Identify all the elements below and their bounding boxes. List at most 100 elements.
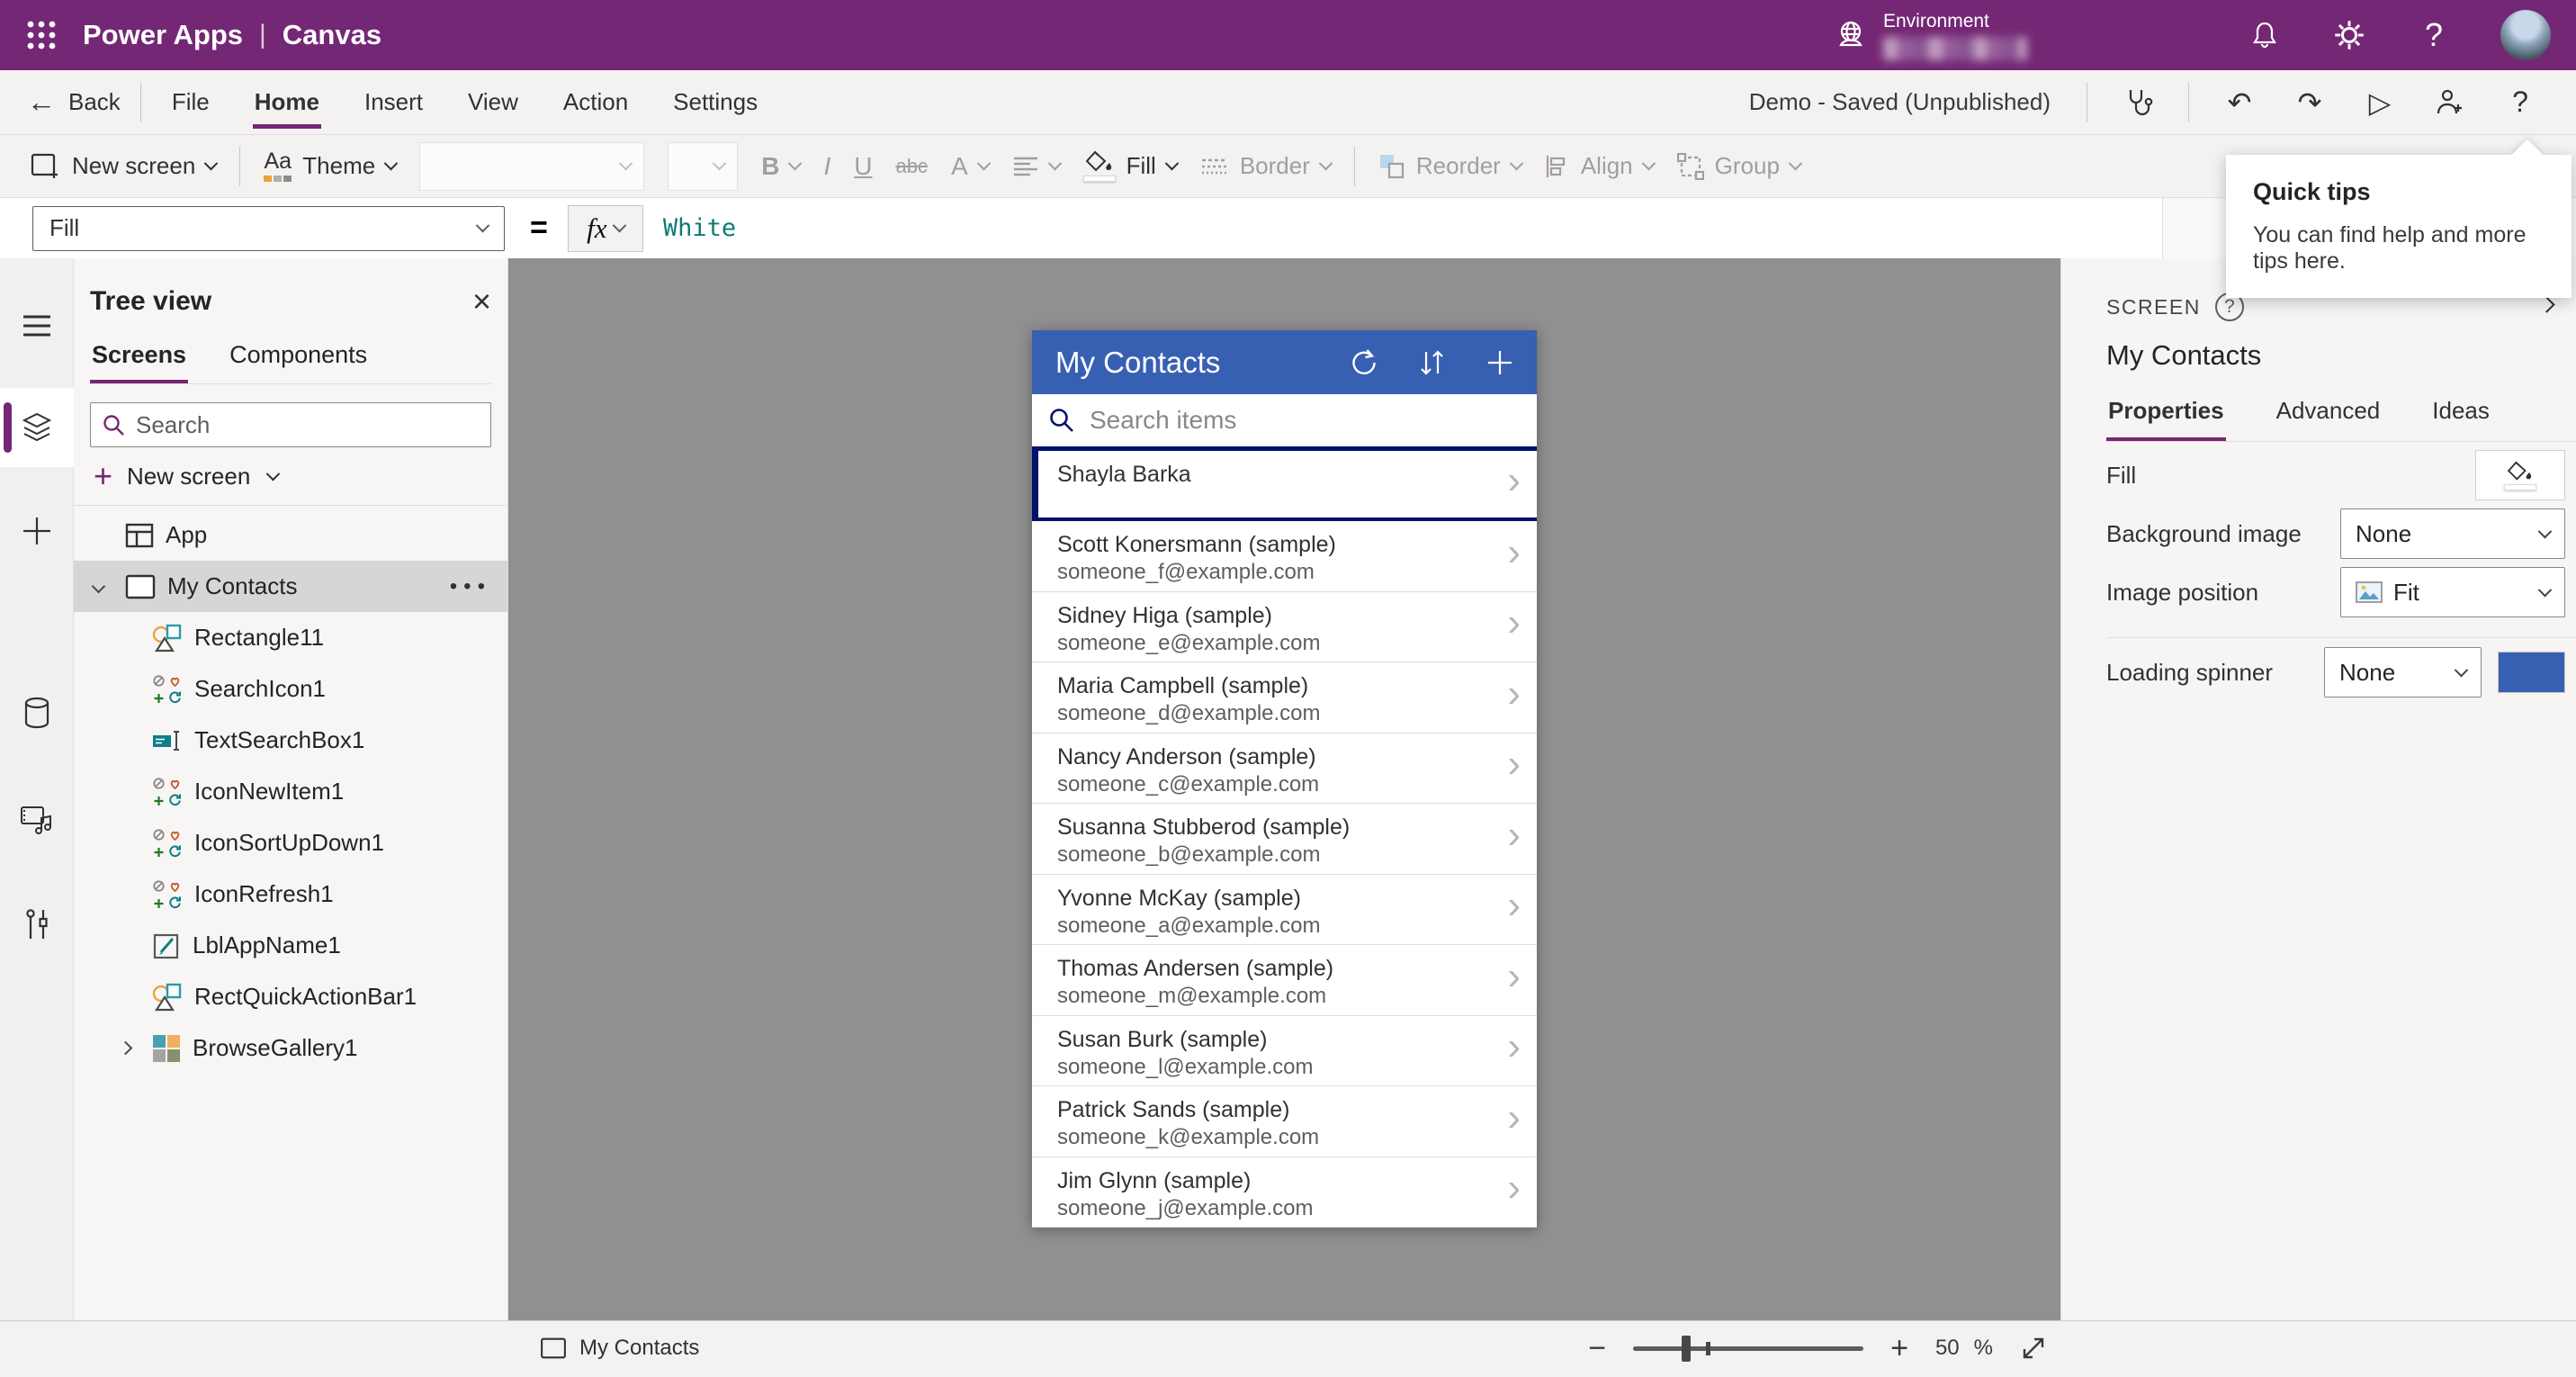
tree-item[interactable]: TextSearchBox1 (74, 715, 507, 766)
undo-icon[interactable]: ↶ (2220, 83, 2259, 122)
contact-row[interactable]: Nancy Anderson (sample) someone_c@exampl… (1032, 734, 1537, 804)
spinner-color-swatch[interactable] (2498, 652, 2565, 693)
contact-row[interactable]: Sidney Higa (sample) someone_e@example.c… (1032, 592, 1537, 662)
share-person-icon[interactable] (2430, 83, 2470, 122)
app-title-label[interactable]: My Contacts (1055, 346, 1220, 380)
media-icon[interactable] (0, 782, 74, 856)
menu-item[interactable]: Settings (671, 76, 759, 129)
fill-button[interactable]: Fill (1082, 150, 1180, 182)
properties-tab[interactable]: Advanced (2275, 397, 2383, 441)
sort-up-down-icon[interactable] (1416, 347, 1447, 378)
fill-color-button[interactable] (2475, 450, 2565, 500)
menu-item[interactable]: Insert (363, 76, 425, 129)
chevron-right-icon[interactable]: › (1507, 813, 1521, 858)
chevron-right-icon[interactable]: › (1507, 742, 1521, 787)
fit-to-window-icon[interactable] (2020, 1335, 2047, 1362)
contact-row[interactable]: Patrick Sands (sample) someone_k@example… (1032, 1086, 1537, 1157)
chevron-right-icon[interactable]: › (1507, 1166, 1521, 1210)
chevron-right-icon[interactable]: › (1507, 530, 1521, 575)
image-position-dropdown[interactable]: Fit (2340, 567, 2565, 617)
preview-play-icon[interactable]: ▷ (2360, 83, 2400, 122)
caret-down-icon[interactable] (91, 579, 105, 594)
menu-item[interactable]: File (170, 76, 211, 129)
tree-view-rail-button[interactable] (0, 388, 74, 467)
new-screen-button[interactable]: New screen (31, 152, 219, 180)
theme-button[interactable]: Aa Theme (264, 150, 399, 182)
contact-row[interactable]: Thomas Andersen (sample) someone_m@examp… (1032, 945, 1537, 1016)
redo-icon[interactable]: ↷ (2290, 83, 2329, 122)
loading-spinner-dropdown[interactable]: None (2324, 647, 2482, 698)
bold-button[interactable]: B (761, 152, 803, 181)
align-button[interactable]: Align (1545, 152, 1656, 180)
data-sources-icon[interactable] (0, 676, 74, 750)
chevron-right-icon[interactable]: › (1507, 600, 1521, 645)
refresh-icon[interactable] (1348, 347, 1378, 378)
menu-item[interactable]: Action (561, 76, 630, 129)
background-image-dropdown[interactable]: None (2340, 508, 2565, 559)
collapse-panel-icon[interactable] (2538, 296, 2555, 315)
help-icon[interactable]: ? (2416, 16, 2452, 53)
contact-row[interactable]: Yvonne McKay (sample) someone_a@example.… (1032, 875, 1537, 945)
strikethrough-button[interactable]: abc (895, 155, 927, 178)
contact-row[interactable]: Jim Glynn (sample) someone_j@example.com… (1032, 1157, 1537, 1228)
zoom-out-button[interactable]: − (1588, 1333, 1606, 1364)
tree-item[interactable]: My Contacts ••• (74, 561, 507, 612)
help-button[interactable]: ? (2500, 83, 2540, 122)
hamburger-menu-icon[interactable] (0, 289, 74, 363)
contact-row[interactable]: Susan Burk (sample) someone_l@example.co… (1032, 1016, 1537, 1086)
text-align-button[interactable] (1012, 156, 1062, 177)
chevron-right-icon[interactable]: › (1507, 458, 1521, 503)
back-button[interactable]: ← Back (27, 86, 121, 119)
insert-plus-icon[interactable] (0, 494, 74, 568)
chevron-right-icon[interactable]: › (1507, 883, 1521, 928)
chevron-right-icon[interactable]: › (1507, 954, 1521, 999)
tree-item[interactable]: LblAppName1 (74, 920, 507, 971)
contact-row[interactable]: Maria Campbell (sample) someone_d@exampl… (1032, 662, 1537, 734)
tree-item[interactable]: BrowseGallery1 (74, 1022, 507, 1074)
group-button[interactable]: Group (1676, 152, 1803, 180)
chevron-right-icon[interactable]: › (1507, 1024, 1521, 1069)
design-canvas[interactable]: My Contacts Search items Shayla Barka › … (508, 258, 2060, 1320)
tree-item[interactable]: Rectangle11 (74, 612, 507, 663)
zoom-slider-track[interactable] (1633, 1346, 1864, 1351)
tree-item[interactable]: IconNewItem1 (74, 766, 507, 817)
zoom-slider-thumb[interactable] (1682, 1335, 1692, 1362)
font-size-dropdown[interactable] (668, 141, 739, 191)
fx-dropdown[interactable]: fx (567, 204, 643, 252)
waffle-icon[interactable] (16, 10, 67, 60)
menu-item[interactable]: Home (252, 76, 321, 129)
app-title-bar[interactable]: My Contacts (1032, 330, 1537, 395)
zoom-slider[interactable] (1633, 1335, 1864, 1362)
app-search-box[interactable] (1032, 394, 1537, 451)
settings-gear-icon[interactable] (2331, 17, 2367, 53)
tree-item[interactable]: SearchIcon1 (74, 663, 507, 715)
properties-tab[interactable]: Properties (2106, 397, 2226, 441)
tree-item[interactable]: App (74, 509, 507, 561)
contact-row[interactable]: Susanna Stubberod (sample) someone_b@exa… (1032, 804, 1537, 875)
reorder-button[interactable]: Reorder (1378, 152, 1524, 180)
menu-item[interactable]: View (466, 76, 520, 129)
zoom-in-button[interactable]: + (1890, 1333, 1908, 1364)
tree-search-box[interactable] (90, 402, 491, 447)
close-icon[interactable]: × (472, 285, 491, 318)
caret-right-icon[interactable] (118, 1040, 132, 1056)
tree-tab[interactable]: Components (228, 341, 369, 383)
add-item-icon[interactable] (1485, 347, 1515, 378)
font-family-dropdown[interactable] (419, 141, 645, 191)
property-selector[interactable]: Fill (32, 205, 505, 251)
tree-item[interactable]: IconSortUpDown1 (74, 817, 507, 868)
advanced-tools-icon[interactable] (0, 888, 74, 962)
tree-tab[interactable]: Screens (90, 341, 189, 383)
environment-picker[interactable]: Environment (1833, 10, 2027, 60)
more-options-button[interactable]: ••• (450, 574, 491, 599)
phone-screen-preview[interactable]: My Contacts Search items Shayla Barka › … (1032, 330, 1537, 1228)
properties-tab[interactable]: Ideas (2430, 397, 2491, 441)
italic-button[interactable]: I (823, 152, 830, 181)
formula-input[interactable] (642, 204, 2162, 252)
app-search-input[interactable] (1090, 405, 1521, 435)
new-screen-tree-button[interactable]: + New screen (90, 447, 491, 505)
notifications-bell-icon[interactable] (2247, 17, 2283, 53)
contact-row[interactable]: Shayla Barka › (1032, 450, 1537, 521)
border-button[interactable]: Border (1200, 152, 1333, 180)
chevron-right-icon[interactable]: › (1507, 1095, 1521, 1140)
